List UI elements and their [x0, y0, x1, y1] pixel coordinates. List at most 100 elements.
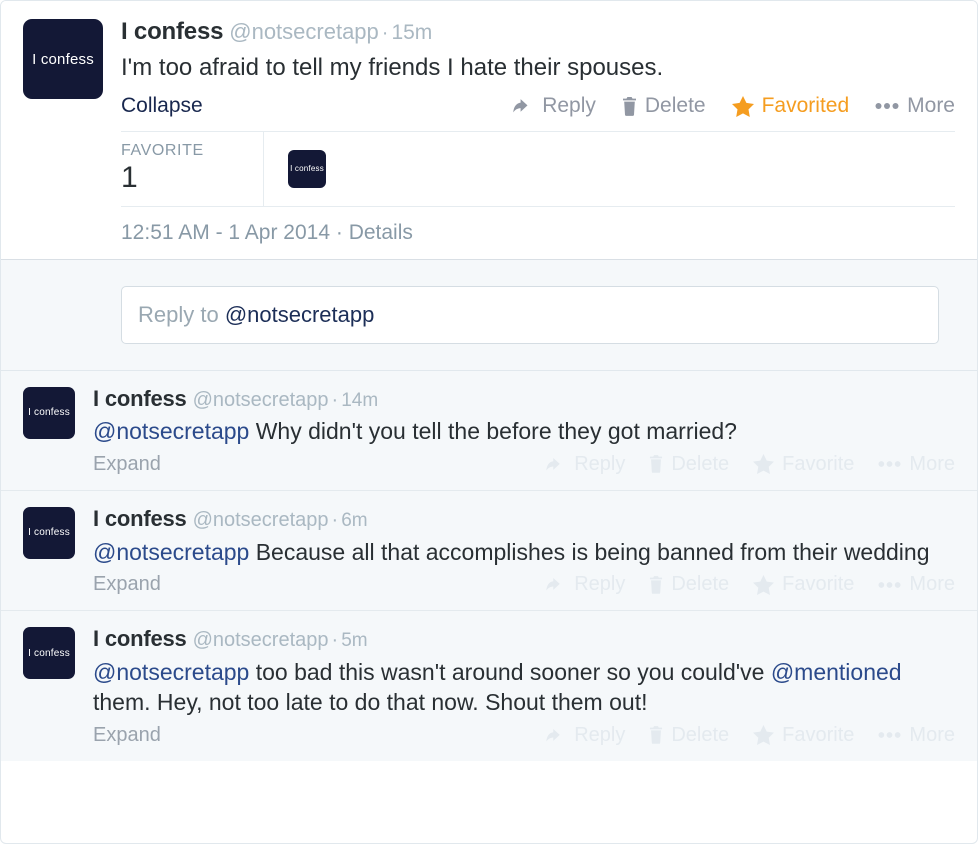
more-label: More: [907, 94, 955, 118]
mention-link[interactable]: @notsecretapp: [93, 539, 249, 565]
avatar[interactable]: I confess: [23, 19, 103, 99]
favoriter-avatar[interactable]: I confess: [288, 149, 326, 188]
avatar[interactable]: I confess: [23, 506, 75, 559]
delete-label: Delete: [644, 94, 706, 118]
favoriter-avatars: I confess: [264, 132, 326, 206]
tweet-date: 1 Apr 2014: [228, 220, 331, 244]
reply-action-bar: Reply Delete Favorite More: [546, 453, 955, 476]
mention-link-secondary[interactable]: @mentioned: [771, 659, 902, 685]
account-fullname[interactable]: I confess: [93, 506, 187, 531]
tweet-header: I confess @notsecretapp · 14m: [93, 386, 955, 412]
tweet-header: I confess @notsecretapp · 15m: [121, 18, 955, 45]
mention-link[interactable]: @notsecretapp: [93, 659, 249, 685]
reply-input[interactable]: Reply to @notsecretapp: [121, 285, 939, 344]
favorite-label: Favorite: [782, 452, 855, 475]
favorite-label: Favorite: [782, 723, 855, 746]
ellipsis-icon: [878, 581, 901, 589]
avatar-label: I confess: [28, 527, 70, 539]
tweet-text-body: Why didn't you tell the before they got …: [249, 418, 737, 445]
star-icon: [753, 454, 775, 475]
more-button[interactable]: More: [878, 573, 955, 596]
avatar-label: I confess: [28, 647, 70, 659]
reply-input-prefix: Reply to: [138, 301, 225, 327]
favorite-label: Favorited: [761, 94, 850, 118]
delete-label: Delete: [671, 452, 730, 475]
star-icon: [753, 725, 775, 746]
tweet-time: 12:51 AM: [121, 220, 210, 244]
more-button[interactable]: More: [878, 724, 955, 747]
main-tweet: I confess I confess @notsecretapp · 15m I'm…: [1, 1, 977, 260]
collapse-link[interactable]: Collapse: [121, 94, 203, 118]
details-link[interactable]: Details: [349, 221, 413, 244]
meta-separator: ·: [331, 508, 339, 531]
trash-icon: [649, 575, 663, 594]
tweet-text: @notsecretapp too bad this wasn't around…: [93, 657, 955, 718]
favorite-button[interactable]: Favorite: [753, 453, 854, 476]
more-button[interactable]: More: [875, 94, 955, 118]
avatar-label: I confess: [32, 50, 94, 68]
reply-input-handle: @notsecretapp: [224, 301, 375, 327]
expand-link[interactable]: Expand: [93, 573, 161, 596]
more-label: More: [909, 452, 955, 475]
reply-arrow-icon: [546, 456, 566, 473]
tweet-text-body-continued: them. Hey, not too late to do that now. …: [93, 689, 648, 716]
reply-button[interactable]: Reply: [546, 453, 625, 476]
reply-button[interactable]: Reply: [546, 573, 625, 596]
tweet-header: I confess @notsecretapp · 6m: [93, 506, 955, 532]
delete-button[interactable]: Delete: [649, 724, 729, 747]
more-button[interactable]: More: [878, 453, 955, 476]
favorite-button[interactable]: Favorited: [731, 94, 850, 118]
mention-link[interactable]: @notsecretapp: [93, 418, 249, 444]
favorite-label: Favorite: [782, 573, 855, 596]
ellipsis-icon: [878, 460, 901, 468]
delete-button[interactable]: Delete: [649, 453, 729, 476]
reply-button[interactable]: Reply: [546, 724, 625, 747]
tweet-timestamp[interactable]: 6m: [341, 510, 367, 531]
tweet-timestamp[interactable]: 15m: [391, 21, 432, 44]
avatar-label: I confess: [28, 407, 70, 419]
favorite-stat-value: 1: [121, 161, 138, 195]
time-date-dash: -: [215, 220, 223, 244]
favorite-button[interactable]: Favorite: [753, 573, 854, 596]
expand-link[interactable]: Expand: [93, 724, 161, 747]
tweet-stats: FAVORITE 1 I confess: [121, 131, 955, 207]
account-fullname[interactable]: I confess: [93, 626, 187, 651]
list-item: I confess I confess @notsecretapp · 14m @no…: [1, 371, 977, 491]
favorite-button[interactable]: Favorite: [753, 724, 854, 747]
avatar[interactable]: I confess: [23, 386, 75, 439]
tweet-header: I confess @notsecretapp · 5m: [93, 626, 955, 652]
more-label: More: [909, 573, 955, 596]
ellipsis-icon: [878, 731, 901, 739]
reply-composer-section: Reply to @notsecretapp: [1, 259, 977, 371]
star-icon: [753, 574, 775, 595]
tweet-timestamp[interactable]: 5m: [341, 630, 367, 651]
reply-arrow-icon: [546, 576, 566, 593]
delete-button[interactable]: Delete: [649, 573, 729, 596]
reply-button[interactable]: Reply: [513, 94, 596, 118]
account-username[interactable]: @notsecretapp: [193, 389, 329, 411]
avatar[interactable]: I confess: [23, 627, 75, 680]
reply-arrow-icon: [546, 727, 566, 744]
account-username[interactable]: @notsecretapp: [193, 629, 329, 651]
tweet-text-body: too bad this wasn't around sooner so you…: [249, 658, 771, 685]
reply-label: Reply: [542, 94, 596, 118]
account-username[interactable]: @notsecretapp: [193, 509, 329, 531]
tweet-permalink-page: I confess I confess @notsecretapp · 15m I'm…: [0, 0, 978, 844]
account-username[interactable]: @notsecretapp: [229, 19, 379, 44]
tweet-text: @notsecretapp Why didn't you tell the be…: [93, 416, 955, 446]
delete-button[interactable]: Delete: [622, 94, 706, 118]
account-fullname[interactable]: I confess: [121, 18, 223, 45]
trash-icon: [622, 96, 637, 116]
delete-label: Delete: [671, 573, 730, 596]
reply-action-bar: Reply Delete Favorite More: [546, 724, 955, 747]
favorite-stat[interactable]: FAVORITE 1: [121, 132, 264, 206]
account-fullname[interactable]: I confess: [93, 386, 187, 411]
meta-separator: ·: [331, 629, 339, 652]
expand-link[interactable]: Expand: [93, 453, 161, 476]
delete-label: Delete: [671, 723, 730, 746]
list-item: I confess I confess @notsecretapp · 6m @not…: [1, 491, 977, 612]
tweet-timestamp[interactable]: 14m: [341, 390, 378, 411]
tweet-text: @notsecretapp Because all that accomplis…: [93, 537, 955, 567]
star-icon: [731, 95, 754, 117]
tweet-text-body: Because all that accomplishes is being b…: [249, 538, 930, 565]
